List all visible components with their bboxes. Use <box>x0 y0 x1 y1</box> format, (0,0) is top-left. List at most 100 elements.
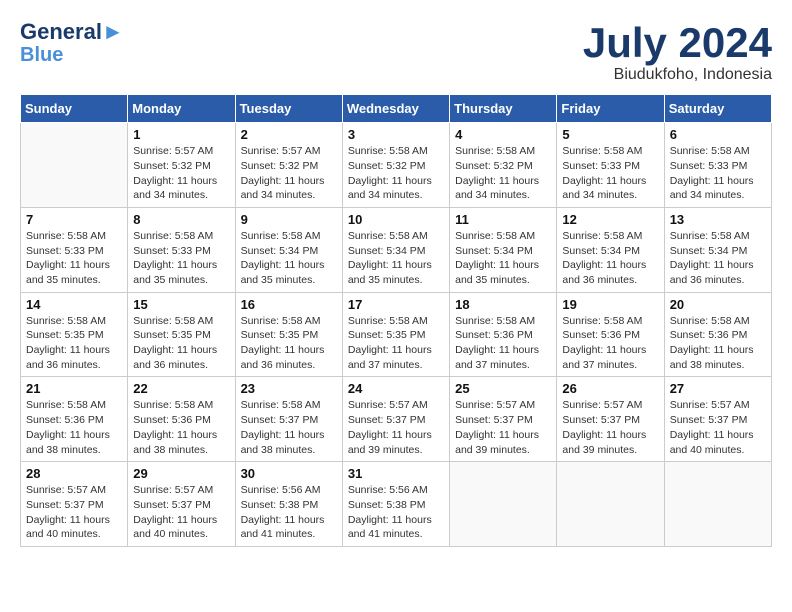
calendar-cell: 25 Sunrise: 5:57 AM Sunset: 5:37 PM Dayli… <box>450 377 557 462</box>
day-info: Sunrise: 5:58 AM Sunset: 5:34 PM Dayligh… <box>562 229 658 288</box>
weekday-header-tuesday: Tuesday <box>235 95 342 123</box>
calendar-week-5: 28 Sunrise: 5:57 AM Sunset: 5:37 PM Dayli… <box>21 462 772 547</box>
day-number: 13 <box>670 212 766 227</box>
day-info: Sunrise: 5:58 AM Sunset: 5:36 PM Dayligh… <box>133 398 229 457</box>
calendar-cell <box>557 462 664 547</box>
day-number: 21 <box>26 381 122 396</box>
calendar-cell: 28 Sunrise: 5:57 AM Sunset: 5:37 PM Dayli… <box>21 462 128 547</box>
day-number: 16 <box>241 297 337 312</box>
day-info: Sunrise: 5:57 AM Sunset: 5:37 PM Dayligh… <box>348 398 444 457</box>
day-info: Sunrise: 5:57 AM Sunset: 5:32 PM Dayligh… <box>133 144 229 203</box>
day-number: 28 <box>26 466 122 481</box>
logo-text: General► <box>20 20 124 44</box>
day-number: 25 <box>455 381 551 396</box>
day-info: Sunrise: 5:58 AM Sunset: 5:32 PM Dayligh… <box>348 144 444 203</box>
calendar-cell: 20 Sunrise: 5:58 AM Sunset: 5:36 PM Dayli… <box>664 292 771 377</box>
day-number: 22 <box>133 381 229 396</box>
calendar-cell: 27 Sunrise: 5:57 AM Sunset: 5:37 PM Dayli… <box>664 377 771 462</box>
day-number: 26 <box>562 381 658 396</box>
calendar-cell: 4Sunrise: 5:58 AM Sunset: 5:32 PM Daylig… <box>450 123 557 208</box>
day-number: 8 <box>133 212 229 227</box>
calendar-week-3: 14 Sunrise: 5:58 AM Sunset: 5:35 PM Dayli… <box>21 292 772 377</box>
day-number: 15 <box>133 297 229 312</box>
calendar-cell <box>21 123 128 208</box>
weekday-header-thursday: Thursday <box>450 95 557 123</box>
day-number: 11 <box>455 212 551 227</box>
calendar-week-1: 1Sunrise: 5:57 AM Sunset: 5:32 PM Daylig… <box>21 123 772 208</box>
calendar-cell <box>450 462 557 547</box>
logo: General► Blue <box>20 20 124 66</box>
calendar-cell: 15 Sunrise: 5:58 AM Sunset: 5:35 PM Dayli… <box>128 292 235 377</box>
day-number: 27 <box>670 381 766 396</box>
day-info: Sunrise: 5:58 AM Sunset: 5:36 PM Dayligh… <box>670 314 766 373</box>
day-info: Sunrise: 5:56 AM Sunset: 5:38 PM Dayligh… <box>348 483 444 542</box>
weekday-header-sunday: Sunday <box>21 95 128 123</box>
calendar-table: SundayMondayTuesdayWednesdayThursdayFrid… <box>20 94 772 547</box>
day-info: Sunrise: 5:58 AM Sunset: 5:33 PM Dayligh… <box>562 144 658 203</box>
day-info: Sunrise: 5:58 AM Sunset: 5:33 PM Dayligh… <box>26 229 122 288</box>
day-number: 5 <box>562 127 658 142</box>
calendar-cell: 13 Sunrise: 5:58 AM Sunset: 5:34 PM Dayli… <box>664 207 771 292</box>
day-number: 18 <box>455 297 551 312</box>
weekday-header-wednesday: Wednesday <box>342 95 449 123</box>
calendar-cell: 5 Sunrise: 5:58 AM Sunset: 5:33 PM Daylig… <box>557 123 664 208</box>
day-info: Sunrise: 5:58 AM Sunset: 5:36 PM Dayligh… <box>26 398 122 457</box>
day-info: Sunrise: 5:57 AM Sunset: 5:37 PM Dayligh… <box>26 483 122 542</box>
calendar-cell: 7 Sunrise: 5:58 AM Sunset: 5:33 PM Daylig… <box>21 207 128 292</box>
day-number: 14 <box>26 297 122 312</box>
day-info: Sunrise: 5:58 AM Sunset: 5:37 PM Dayligh… <box>241 398 337 457</box>
calendar-cell: 23Sunrise: 5:58 AM Sunset: 5:37 PM Dayli… <box>235 377 342 462</box>
title-block: July 2024 Biudukfoho, Indonesia <box>583 20 772 84</box>
calendar-cell: 11 Sunrise: 5:58 AM Sunset: 5:34 PM Dayli… <box>450 207 557 292</box>
page-header: General► Blue July 2024 Biudukfoho, Indo… <box>20 20 772 84</box>
calendar-cell: 9 Sunrise: 5:58 AM Sunset: 5:34 PM Daylig… <box>235 207 342 292</box>
day-number: 6 <box>670 127 766 142</box>
weekday-header-row: SundayMondayTuesdayWednesdayThursdayFrid… <box>21 95 772 123</box>
calendar-cell: 10Sunrise: 5:58 AM Sunset: 5:34 PM Dayli… <box>342 207 449 292</box>
calendar-cell: 12 Sunrise: 5:58 AM Sunset: 5:34 PM Dayli… <box>557 207 664 292</box>
calendar-cell: 1Sunrise: 5:57 AM Sunset: 5:32 PM Daylig… <box>128 123 235 208</box>
day-number: 20 <box>670 297 766 312</box>
day-number: 31 <box>348 466 444 481</box>
day-info: Sunrise: 5:58 AM Sunset: 5:35 PM Dayligh… <box>133 314 229 373</box>
calendar-cell: 2Sunrise: 5:57 AM Sunset: 5:32 PM Daylig… <box>235 123 342 208</box>
calendar-cell <box>664 462 771 547</box>
calendar-cell: 14Sunrise: 5:58 AM Sunset: 5:35 PM Dayli… <box>21 292 128 377</box>
calendar-cell: 17 Sunrise: 5:58 AM Sunset: 5:35 PM Dayli… <box>342 292 449 377</box>
calendar-cell: 21 Sunrise: 5:58 AM Sunset: 5:36 PM Dayli… <box>21 377 128 462</box>
day-number: 2 <box>241 127 337 142</box>
day-number: 3 <box>348 127 444 142</box>
day-info: Sunrise: 5:57 AM Sunset: 5:37 PM Dayligh… <box>133 483 229 542</box>
calendar-cell: 30 Sunrise: 5:56 AM Sunset: 5:38 PM Dayli… <box>235 462 342 547</box>
calendar-cell: 24Sunrise: 5:57 AM Sunset: 5:37 PM Dayli… <box>342 377 449 462</box>
calendar-cell: 22 Sunrise: 5:58 AM Sunset: 5:36 PM Dayli… <box>128 377 235 462</box>
day-info: Sunrise: 5:58 AM Sunset: 5:35 PM Dayligh… <box>241 314 337 373</box>
day-number: 17 <box>348 297 444 312</box>
calendar-cell: 6Sunrise: 5:58 AM Sunset: 5:33 PM Daylig… <box>664 123 771 208</box>
day-number: 7 <box>26 212 122 227</box>
day-number: 12 <box>562 212 658 227</box>
day-info: Sunrise: 5:58 AM Sunset: 5:34 PM Dayligh… <box>670 229 766 288</box>
day-info: Sunrise: 5:57 AM Sunset: 5:37 PM Dayligh… <box>455 398 551 457</box>
day-info: Sunrise: 5:58 AM Sunset: 5:36 PM Dayligh… <box>562 314 658 373</box>
month-title: July 2024 <box>583 20 772 66</box>
day-info: Sunrise: 5:57 AM Sunset: 5:37 PM Dayligh… <box>562 398 658 457</box>
calendar-week-2: 7 Sunrise: 5:58 AM Sunset: 5:33 PM Daylig… <box>21 207 772 292</box>
day-info: Sunrise: 5:57 AM Sunset: 5:37 PM Dayligh… <box>670 398 766 457</box>
calendar-cell: 19Sunrise: 5:58 AM Sunset: 5:36 PM Dayli… <box>557 292 664 377</box>
location: Biudukfoho, Indonesia <box>583 66 772 84</box>
day-info: Sunrise: 5:56 AM Sunset: 5:38 PM Dayligh… <box>241 483 337 542</box>
calendar-cell: 29 Sunrise: 5:57 AM Sunset: 5:37 PM Dayli… <box>128 462 235 547</box>
calendar-cell: 26 Sunrise: 5:57 AM Sunset: 5:37 PM Dayli… <box>557 377 664 462</box>
calendar-week-4: 21 Sunrise: 5:58 AM Sunset: 5:36 PM Dayli… <box>21 377 772 462</box>
day-info: Sunrise: 5:58 AM Sunset: 5:34 PM Dayligh… <box>241 229 337 288</box>
weekday-header-monday: Monday <box>128 95 235 123</box>
day-info: Sunrise: 5:58 AM Sunset: 5:35 PM Dayligh… <box>348 314 444 373</box>
weekday-header-friday: Friday <box>557 95 664 123</box>
day-number: 30 <box>241 466 337 481</box>
day-number: 9 <box>241 212 337 227</box>
day-info: Sunrise: 5:58 AM Sunset: 5:34 PM Dayligh… <box>455 229 551 288</box>
day-info: Sunrise: 5:58 AM Sunset: 5:32 PM Dayligh… <box>455 144 551 203</box>
logo-blue: Blue <box>20 44 63 66</box>
day-number: 29 <box>133 466 229 481</box>
